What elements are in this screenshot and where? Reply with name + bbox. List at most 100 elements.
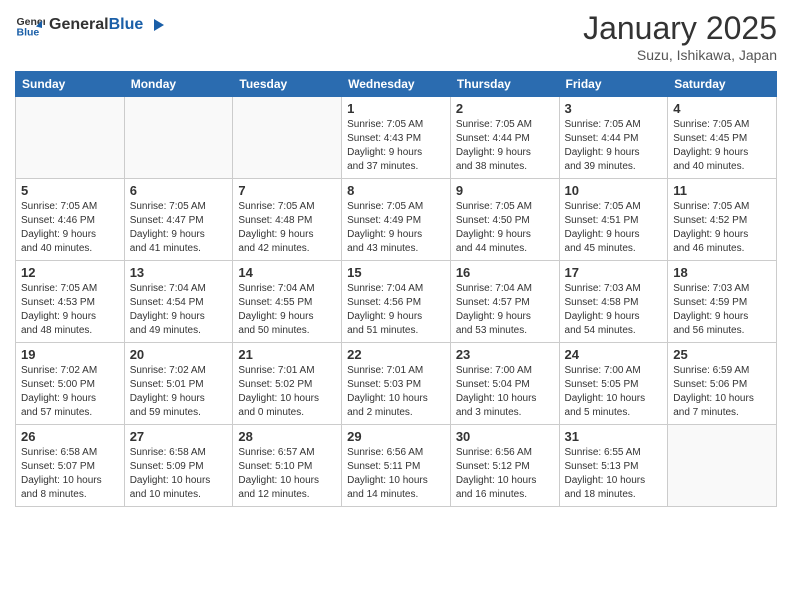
- table-row: 22 Sunrise: 7:01 AM Sunset: 5:03 PM Dayli…: [342, 343, 451, 425]
- page-container: General Blue GeneralBlue January 2025 Su…: [0, 0, 792, 612]
- day-number: 13: [130, 265, 228, 280]
- table-row: 28 Sunrise: 6:57 AM Sunset: 5:10 PM Dayli…: [233, 425, 342, 507]
- table-row: 11 Sunrise: 7:05 AM Sunset: 4:52 PM Dayli…: [668, 179, 777, 261]
- day-number: 14: [238, 265, 336, 280]
- table-row: 1 Sunrise: 7:05 AM Sunset: 4:43 PM Daylig…: [342, 97, 451, 179]
- day-number: 26: [21, 429, 119, 444]
- logo: General Blue GeneralBlue: [15, 10, 166, 40]
- day-number: 28: [238, 429, 336, 444]
- day-number: 23: [456, 347, 554, 362]
- day-number: 31: [565, 429, 663, 444]
- day-info: Sunrise: 7:05 AM Sunset: 4:50 PM Dayligh…: [456, 200, 554, 256]
- day-info: Sunrise: 7:05 AM Sunset: 4:47 PM Dayligh…: [130, 200, 228, 256]
- day-info: Sunrise: 7:05 AM Sunset: 4:49 PM Dayligh…: [347, 200, 445, 256]
- table-row: 10 Sunrise: 7:05 AM Sunset: 4:51 PM Dayli…: [559, 179, 668, 261]
- col-friday: Friday: [559, 72, 668, 97]
- day-number: 8: [347, 183, 445, 198]
- table-row: 23 Sunrise: 7:00 AM Sunset: 5:04 PM Dayli…: [450, 343, 559, 425]
- day-info: Sunrise: 7:00 AM Sunset: 5:04 PM Dayligh…: [456, 364, 554, 420]
- day-info: Sunrise: 7:02 AM Sunset: 5:01 PM Dayligh…: [130, 364, 228, 420]
- day-number: 21: [238, 347, 336, 362]
- day-info: Sunrise: 6:56 AM Sunset: 5:11 PM Dayligh…: [347, 446, 445, 502]
- day-info: Sunrise: 6:56 AM Sunset: 5:12 PM Dayligh…: [456, 446, 554, 502]
- day-info: Sunrise: 7:00 AM Sunset: 5:05 PM Dayligh…: [565, 364, 663, 420]
- calendar-week-row: 26Sunrise: 6:58 AM Sunset: 5:07 PM Dayli…: [16, 425, 777, 507]
- day-info: Sunrise: 7:04 AM Sunset: 4:57 PM Dayligh…: [456, 282, 554, 338]
- day-number: 30: [456, 429, 554, 444]
- calendar-week-row: 12Sunrise: 7:05 AM Sunset: 4:53 PM Dayli…: [16, 261, 777, 343]
- table-row: 14 Sunrise: 7:04 AM Sunset: 4:55 PM Dayli…: [233, 261, 342, 343]
- table-row: 3Sunrise: 7:05 AM Sunset: 4:44 PM Daylig…: [559, 97, 668, 179]
- day-info: Sunrise: 7:04 AM Sunset: 4:55 PM Dayligh…: [238, 282, 336, 338]
- day-info: Sunrise: 7:05 AM Sunset: 4:43 PM Dayligh…: [347, 118, 445, 174]
- table-row: 18 Sunrise: 7:03 AM Sunset: 4:59 PM Dayli…: [668, 261, 777, 343]
- logo-arrow-icon: [150, 17, 166, 33]
- day-number: 15: [347, 265, 445, 280]
- day-number: 2: [456, 101, 554, 116]
- day-number: 18: [673, 265, 771, 280]
- day-info: Sunrise: 7:02 AM Sunset: 5:00 PM Dayligh…: [21, 364, 119, 420]
- col-tuesday: Tuesday: [233, 72, 342, 97]
- day-number: 19: [21, 347, 119, 362]
- day-info: Sunrise: 7:04 AM Sunset: 4:56 PM Dayligh…: [347, 282, 445, 338]
- day-info: Sunrise: 7:04 AM Sunset: 4:54 PM Dayligh…: [130, 282, 228, 338]
- table-row: [124, 97, 233, 179]
- title-area: January 2025 Suzu, Ishikawa, Japan: [583, 10, 777, 63]
- day-info: Sunrise: 7:05 AM Sunset: 4:44 PM Dayligh…: [456, 118, 554, 174]
- calendar-week-row: 1 Sunrise: 7:05 AM Sunset: 4:43 PM Daylig…: [16, 97, 777, 179]
- table-row: 29Sunrise: 6:56 AM Sunset: 5:11 PM Dayli…: [342, 425, 451, 507]
- table-row: 9 Sunrise: 7:05 AM Sunset: 4:50 PM Daylig…: [450, 179, 559, 261]
- table-row: 21 Sunrise: 7:01 AM Sunset: 5:02 PM Dayli…: [233, 343, 342, 425]
- table-row: [668, 425, 777, 507]
- day-info: Sunrise: 7:03 AM Sunset: 4:59 PM Dayligh…: [673, 282, 771, 338]
- day-info: Sunrise: 6:58 AM Sunset: 5:09 PM Dayligh…: [130, 446, 228, 502]
- day-number: 16: [456, 265, 554, 280]
- table-row: 27 Sunrise: 6:58 AM Sunset: 5:09 PM Dayli…: [124, 425, 233, 507]
- day-number: 5: [21, 183, 119, 198]
- logo-general-text: GeneralBlue: [49, 16, 166, 34]
- table-row: 5 Sunrise: 7:05 AM Sunset: 4:46 PM Daylig…: [16, 179, 125, 261]
- day-number: 22: [347, 347, 445, 362]
- day-info: Sunrise: 6:57 AM Sunset: 5:10 PM Dayligh…: [238, 446, 336, 502]
- location-subtitle: Suzu, Ishikawa, Japan: [583, 47, 777, 63]
- table-row: 30 Sunrise: 6:56 AM Sunset: 5:12 PM Dayli…: [450, 425, 559, 507]
- day-number: 9: [456, 183, 554, 198]
- table-row: 20 Sunrise: 7:02 AM Sunset: 5:01 PM Dayli…: [124, 343, 233, 425]
- day-info: Sunrise: 6:59 AM Sunset: 5:06 PM Dayligh…: [673, 364, 771, 420]
- month-title: January 2025: [583, 10, 777, 47]
- day-info: Sunrise: 7:05 AM Sunset: 4:46 PM Dayligh…: [21, 200, 119, 256]
- table-row: 24 Sunrise: 7:00 AM Sunset: 5:05 PM Dayli…: [559, 343, 668, 425]
- day-info: Sunrise: 7:05 AM Sunset: 4:52 PM Dayligh…: [673, 200, 771, 256]
- table-row: 25 Sunrise: 6:59 AM Sunset: 5:06 PM Dayli…: [668, 343, 777, 425]
- table-row: 16 Sunrise: 7:04 AM Sunset: 4:57 PM Dayli…: [450, 261, 559, 343]
- day-info: Sunrise: 6:55 AM Sunset: 5:13 PM Dayligh…: [565, 446, 663, 502]
- day-info: Sunrise: 7:01 AM Sunset: 5:03 PM Dayligh…: [347, 364, 445, 420]
- table-row: [16, 97, 125, 179]
- day-number: 12: [21, 265, 119, 280]
- day-number: 20: [130, 347, 228, 362]
- calendar-header-row: Sunday Monday Tuesday Wednesday Thursday…: [16, 72, 777, 97]
- day-number: 1: [347, 101, 445, 116]
- table-row: 13 Sunrise: 7:04 AM Sunset: 4:54 PM Dayli…: [124, 261, 233, 343]
- day-info: Sunrise: 7:05 AM Sunset: 4:44 PM Dayligh…: [565, 118, 663, 174]
- calendar-week-row: 19 Sunrise: 7:02 AM Sunset: 5:00 PM Dayli…: [16, 343, 777, 425]
- day-number: 24: [565, 347, 663, 362]
- table-row: 8 Sunrise: 7:05 AM Sunset: 4:49 PM Daylig…: [342, 179, 451, 261]
- table-row: [233, 97, 342, 179]
- day-info: Sunrise: 7:01 AM Sunset: 5:02 PM Dayligh…: [238, 364, 336, 420]
- day-info: Sunrise: 7:05 AM Sunset: 4:48 PM Dayligh…: [238, 200, 336, 256]
- col-thursday: Thursday: [450, 72, 559, 97]
- day-number: 10: [565, 183, 663, 198]
- table-row: 26Sunrise: 6:58 AM Sunset: 5:07 PM Dayli…: [16, 425, 125, 507]
- calendar-table: Sunday Monday Tuesday Wednesday Thursday…: [15, 71, 777, 507]
- day-info: Sunrise: 7:05 AM Sunset: 4:51 PM Dayligh…: [565, 200, 663, 256]
- day-number: 25: [673, 347, 771, 362]
- day-number: 6: [130, 183, 228, 198]
- table-row: 6 Sunrise: 7:05 AM Sunset: 4:47 PM Daylig…: [124, 179, 233, 261]
- day-number: 11: [673, 183, 771, 198]
- day-number: 27: [130, 429, 228, 444]
- table-row: 2 Sunrise: 7:05 AM Sunset: 4:44 PM Daylig…: [450, 97, 559, 179]
- table-row: 19 Sunrise: 7:02 AM Sunset: 5:00 PM Dayli…: [16, 343, 125, 425]
- col-sunday: Sunday: [16, 72, 125, 97]
- header: General Blue GeneralBlue January 2025 Su…: [15, 10, 777, 63]
